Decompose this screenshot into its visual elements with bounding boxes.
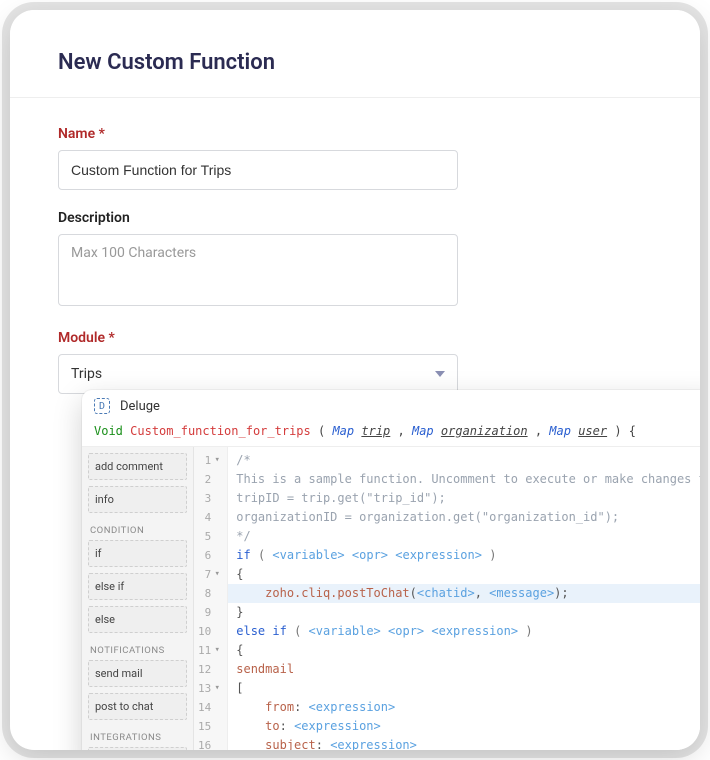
gutter-line: 1▾ (198, 451, 221, 470)
return-type: Void (94, 424, 123, 438)
page-container: New Custom Function Name * Description M… (10, 10, 700, 750)
gutter-line: 10 (198, 622, 221, 641)
palette-item[interactable]: if (88, 540, 187, 567)
module-label: Module * (58, 330, 652, 346)
field-description: Description (58, 210, 652, 310)
deluge-icon: D (94, 398, 110, 414)
editor-header: D Deluge Void Custom_function_for_trips … (82, 390, 700, 447)
description-input[interactable] (58, 234, 458, 306)
palette-heading: NOTIFICATIONS (88, 639, 187, 660)
gutter-line: 7▾ (198, 565, 221, 584)
module-select[interactable]: Trips (58, 354, 458, 394)
field-module: Module * Trips (58, 330, 652, 394)
gutter-line: 2 (198, 470, 221, 489)
snippet-palette: add comment info CONDITIONif else if else NOT… (82, 447, 194, 750)
gutter-line: 14 (198, 698, 221, 717)
gutter-line: 8 (198, 584, 221, 603)
gutter-line: 15 (198, 717, 221, 736)
gutter-line: 13▾ (198, 679, 221, 698)
code-line[interactable]: organizationID = organization.get("organ… (236, 508, 700, 527)
code-line[interactable]: from: <expression> (236, 698, 700, 717)
code-line[interactable]: if ( <variable> <opr> <expression> ) (236, 546, 700, 565)
line-gutter: 1▾234567▾891011▾1213▾1415161718192021▾ (194, 447, 228, 750)
title-divider (10, 97, 700, 98)
palette-item[interactable]: else (88, 606, 187, 633)
code-line[interactable]: else if ( <variable> <opr> <expression> … (236, 622, 700, 641)
palette-item[interactable]: else if (88, 573, 187, 600)
gutter-line: 3 (198, 489, 221, 508)
code-line[interactable]: */ (236, 527, 700, 546)
params-open: ( (318, 424, 332, 438)
field-name: Name * (58, 126, 652, 190)
code-line[interactable]: zoho.cliq.postToChat(<chatid>, <message>… (228, 584, 700, 603)
name-label: Name * (58, 126, 652, 142)
gutter-line: 11▾ (198, 641, 221, 660)
palette-item[interactable]: send mail (88, 660, 187, 687)
palette-item[interactable]: info (88, 486, 187, 513)
function-name: Custom_function_for_trips (130, 424, 311, 438)
code-lines[interactable]: /*This is a sample function. Uncomment t… (228, 447, 700, 750)
code-line[interactable]: { (236, 565, 700, 584)
palette-item[interactable]: add comment (88, 453, 187, 480)
palette-item[interactable]: webhook (88, 747, 187, 750)
code-line[interactable]: This is a sample function. Uncomment to … (236, 470, 700, 489)
gutter-line: 12 (198, 660, 221, 679)
gutter-line: 9 (198, 603, 221, 622)
code-area[interactable]: 1▾234567▾891011▾1213▾1415161718192021▾ /… (194, 447, 700, 750)
code-line[interactable]: tripID = trip.get("trip_id"); (236, 489, 700, 508)
code-line[interactable]: } (236, 603, 700, 622)
function-signature: Void Custom_function_for_trips ( Map tri… (94, 424, 636, 438)
palette-item[interactable]: post to chat (88, 693, 187, 720)
name-input[interactable] (58, 150, 458, 190)
code-line[interactable]: [ (236, 679, 700, 698)
chevron-down-icon (435, 371, 445, 377)
editor-language: Deluge (120, 399, 160, 414)
params-close: ) { (607, 424, 636, 438)
function-params: Map trip , Map organization , Map user (332, 424, 607, 438)
code-line[interactable]: subject: <expression> (236, 736, 700, 750)
code-line[interactable]: { (236, 641, 700, 660)
gutter-line: 6 (198, 546, 221, 565)
page-title: New Custom Function (58, 50, 652, 75)
gutter-line: 5 (198, 527, 221, 546)
palette-heading: CONDITION (88, 519, 187, 540)
code-editor: D Deluge Void Custom_function_for_trips … (82, 390, 700, 750)
module-value: Trips (71, 366, 102, 382)
gutter-line: 4 (198, 508, 221, 527)
palette-heading: INTEGRATIONS (88, 726, 187, 747)
gutter-line: 16 (198, 736, 221, 750)
editor-body: add comment info CONDITIONif else if else NOT… (82, 447, 700, 750)
code-line[interactable]: to: <expression> (236, 717, 700, 736)
description-label: Description (58, 210, 652, 226)
code-line[interactable]: /* (236, 451, 700, 470)
code-line[interactable]: sendmail (236, 660, 700, 679)
